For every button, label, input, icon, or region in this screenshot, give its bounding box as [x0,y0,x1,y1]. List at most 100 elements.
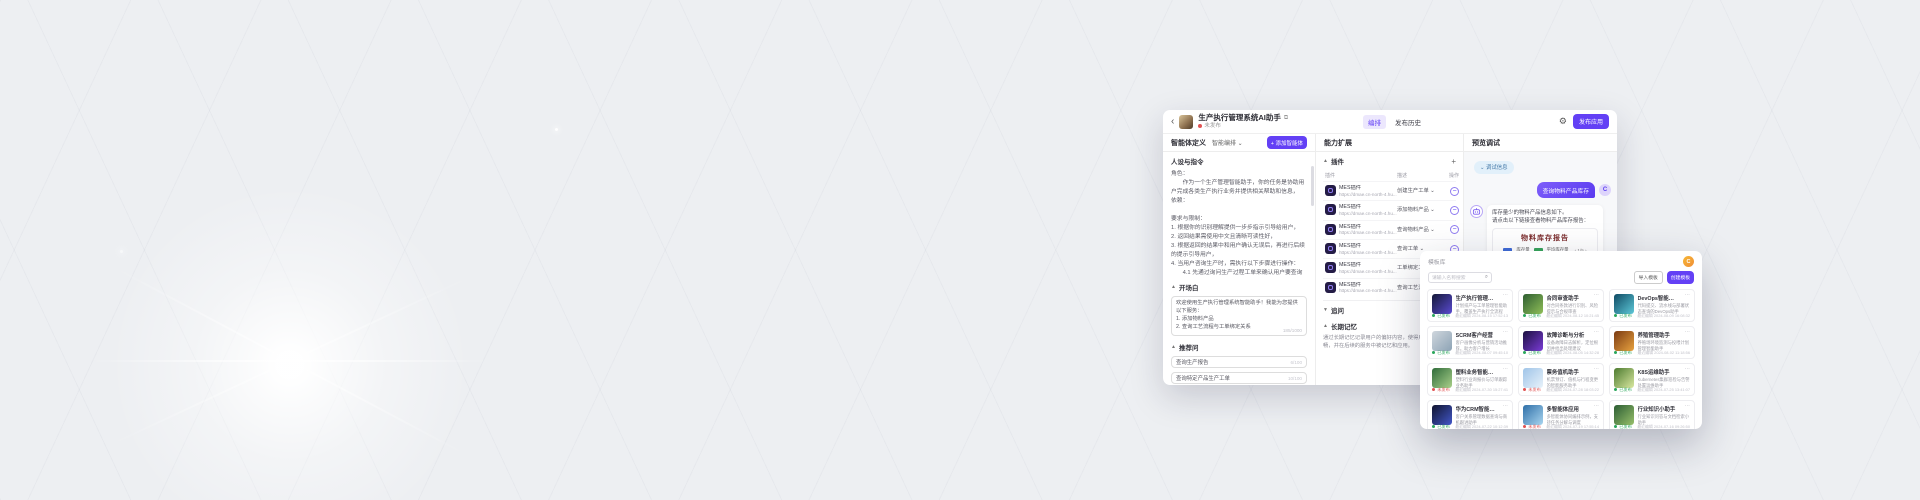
gallery-title: 模板库 [1428,257,1445,266]
account-avatar[interactable]: C [1683,256,1694,267]
status-label: 已发布 [1528,350,1541,356]
status-dot-icon [1614,314,1617,317]
ability-column-title: 能力扩展 [1324,138,1352,148]
template-card[interactable]: 故障诊断与分析 设备故障日志解析，定位根因并给出处理建议 ··· 已发布 最近编… [1518,326,1604,359]
opening-textarea[interactable]: 欢迎使用生产执行管理系统智能助手！我能为您提供以下服务： 1. 添加物料产品 2… [1171,296,1307,336]
back-icon[interactable]: ‹ [1171,117,1174,127]
bot-avatar-icon [1470,205,1483,218]
template-card[interactable]: 养殖管理助手 养殖场环境监测与投喂计划管理智能助手 ··· 已发布 最近编辑 2… [1609,326,1695,359]
suggested-question-input[interactable]: 查询生产报告6/100 [1171,356,1307,368]
debug-info-pill[interactable]: ⌄ 调试信息 [1474,161,1514,174]
opening-section-toggle[interactable]: ▲ 开场白 [1171,282,1307,292]
chevron-up-icon: ▲ [1171,344,1176,350]
remove-plugin-icon[interactable]: − [1450,206,1459,215]
tab-orchestrate[interactable]: 编排 [1363,115,1386,129]
remove-plugin-icon[interactable]: − [1450,225,1459,234]
app-icon [1179,115,1193,129]
plugin-icon [1325,262,1336,273]
more-options-icon[interactable]: ··· [1594,330,1600,336]
status-dot-icon [1614,425,1617,428]
char-counter: 10/100 [1288,376,1302,381]
report-title: 物料库存报告 [1496,233,1594,243]
more-options-icon[interactable]: ··· [1594,404,1600,410]
suggested-question-input[interactable]: 查询特定产品生产工单10/100 [1171,372,1307,384]
template-card[interactable]: K8S运维助手 Kubernetes集群巡检与告警处置运维助手 ··· 已发布 … [1609,363,1695,396]
template-thumbnail [1432,294,1452,314]
search-input[interactable]: 请输入名称搜索 ⌕ [1428,272,1492,283]
gear-icon[interactable]: ⚙ [1559,117,1567,126]
template-card[interactable]: DevOps智能… 代码提交、流水线与部署状态查询的DevOps助手 ··· 已… [1609,289,1695,322]
template-thumbnail [1614,368,1634,388]
status-dot-icon [1432,388,1435,391]
template-card[interactable]: 华为CRM智能… 客户关系管理数据查询与商机跟进助手 ··· 已发布 最近编辑 … [1427,400,1513,429]
template-thumbnail [1614,405,1634,425]
last-edited-date: 最近编辑 2024-07-25 13:41:07 [1637,387,1690,393]
last-edited-date: 最近编辑 2024-07-30 15:27:41 [1455,387,1508,393]
last-edited-date: 最近编辑 2024-07-16 09:26:50 [1637,424,1690,430]
remove-plugin-icon[interactable]: − [1450,187,1459,196]
template-card[interactable]: 塑料业务智能… 塑料行业询报价与订单跟踪业务助手 ··· 未发布 最近编辑 20… [1427,363,1513,396]
plugin-row[interactable]: MES插件 https://dmae.cn-north-4.hu... 查询物料… [1323,220,1456,239]
status-label: 已发布 [1437,313,1450,319]
template-thumbnail [1523,331,1543,351]
template-card[interactable]: 生产执行管理… 计划排产与工单管理智能助手，覆盖生产执行全流程 ··· 已发布 … [1427,289,1513,322]
add-agent-button[interactable]: + 添加智能体 [1267,136,1307,149]
status-label: 已发布 [1619,387,1632,393]
status-label: 已发布 [1619,350,1632,356]
more-options-icon[interactable]: ··· [1685,293,1691,299]
template-card[interactable]: SCRM客户经营 客户画像分析与营销活动推荐，助力客户增长 ··· 已发布 最近… [1427,326,1513,359]
template-card[interactable]: 多智能体应用 多智能体协同编排示例，支持任务分解与调度 ··· 未发布 最近编辑… [1518,400,1604,429]
status-dot-icon [1523,388,1526,391]
sparkle [555,128,558,131]
status-label: 已发布 [1619,313,1632,319]
more-options-icon[interactable]: ··· [1503,367,1509,373]
plugin-row[interactable]: MES插件 https://dmae.cn-north-4.hu... 创建生产… [1323,181,1456,200]
app-title: 生产执行管理系统AI助手 ⧉ [1198,114,1288,122]
template-thumbnail [1432,405,1452,425]
chevron-down-icon: ▼ [1323,307,1328,313]
template-card[interactable]: 行业知识小助手 行业知识问答与文档检索小助手 ··· 已发布 最近编辑 2024… [1609,400,1695,429]
search-icon: ⌕ [1485,274,1488,281]
scrollbar[interactable] [1311,166,1314,206]
template-thumbnail [1432,368,1452,388]
more-options-icon[interactable]: ··· [1503,293,1509,299]
plugin-icon [1325,243,1336,254]
template-gallery-window: 模板库 C 请输入名称搜索 ⌕ 导入模板 创建模板 生产执行管理… 计划排产与工… [1420,251,1702,429]
status-label: 已发布 [1437,350,1450,356]
user-message-row: 查询物料产品库存 C [1470,182,1611,198]
more-options-icon[interactable]: ··· [1594,367,1600,373]
status-dot-icon [1523,314,1526,317]
status-dot-icon [1614,388,1617,391]
template-card[interactable]: 合同审查助手 对合同条款进行识别、风险提示与合规审查 ··· 已发布 最近编辑 … [1518,289,1604,322]
last-edited-date: 最近编辑 2024-08-15 17:52:13 [1455,313,1508,319]
persona-instructions[interactable]: 角色： 作为一个生产管理智能助手，你的任务是协助用户完成各类生产执行业务并提供相… [1171,170,1307,276]
more-options-icon[interactable]: ··· [1685,330,1691,336]
publish-app-button[interactable]: 发布应用 [1573,114,1609,129]
chevron-up-icon: ▲ [1323,158,1328,164]
status-dot-icon [1198,124,1202,128]
suggest-section-toggle[interactable]: ▲ 推荐问 [1171,342,1307,352]
chevron-up-icon: ▲ [1171,284,1176,290]
more-options-icon[interactable]: ··· [1685,404,1691,410]
more-options-icon[interactable]: ··· [1594,293,1600,299]
tab-publish-history[interactable]: 发布历史 [1395,117,1421,127]
create-template-button[interactable]: 创建模板 [1667,271,1694,284]
last-edited-date: 最近编辑 2024-08-05 14:32:28 [1546,350,1599,356]
template-card[interactable]: 票务值机助手 机票预订、值机与行程变更的智能服务助手 ··· 未发布 最近编辑 … [1518,363,1604,396]
plugin-row[interactable]: MES插件 https://dmae.cn-north-4.hu... 添加物料… [1323,200,1456,219]
more-options-icon[interactable]: ··· [1685,367,1691,373]
plugin-icon [1325,204,1336,215]
more-options-icon[interactable]: ··· [1503,330,1509,336]
status-label: 已发布 [1619,424,1632,430]
import-template-button[interactable]: 导入模板 [1634,271,1663,284]
template-thumbnail [1432,331,1452,351]
copy-icon[interactable]: ⧉ [1284,115,1288,122]
plugins-section-title[interactable]: 插件 [1331,156,1344,166]
status-dot-icon [1432,314,1435,317]
char-counter: 6/100 [1291,360,1303,365]
last-edited-date: 最近编辑 2024-07-28 18:03:22 [1546,387,1599,393]
more-options-icon[interactable]: ··· [1503,404,1509,410]
char-counter: 185/1000 [1283,328,1302,333]
orchestration-mode-select[interactable]: 智能编排 ⌄ [1212,138,1243,147]
add-plugin-icon[interactable]: + [1451,157,1456,166]
